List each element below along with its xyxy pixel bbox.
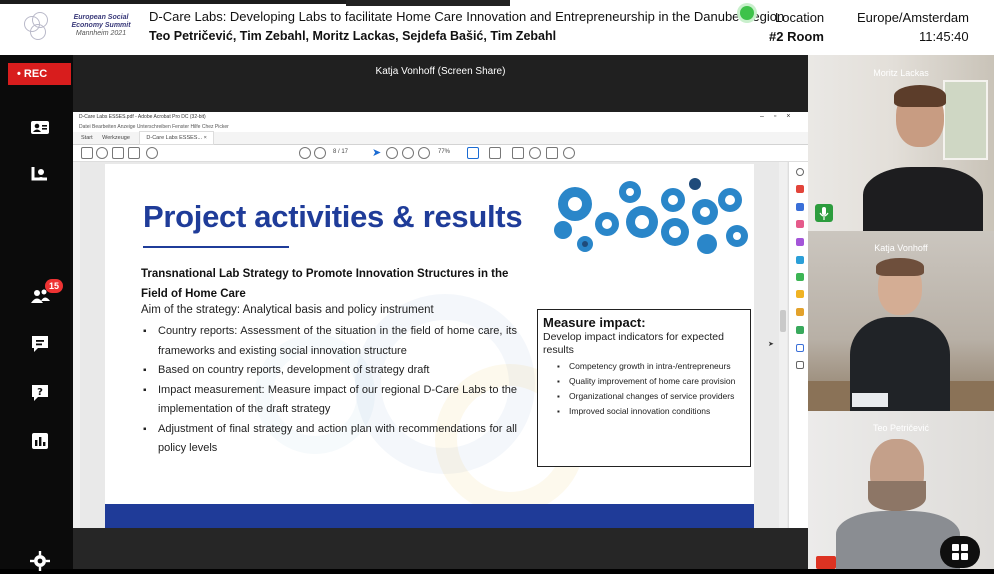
acrobat-title-bar: D-Care Labs ESSES.pdf - Adobe Acrobat Pr… <box>73 112 808 123</box>
stage-bottom-bar <box>73 528 808 569</box>
tab-tools[interactable]: Werkzeuge <box>102 135 130 141</box>
settings-icon[interactable] <box>27 548 53 574</box>
export-pdf-icon[interactable] <box>796 220 804 228</box>
bookmark-icon[interactable] <box>96 147 108 159</box>
measure-description: Develop impact indicators for expected r… <box>543 331 724 356</box>
session-speakers: Teo Petričević, Tim Zebahl, Moritz Lacka… <box>149 29 557 43</box>
combine-files-icon[interactable] <box>796 273 804 281</box>
protect-icon[interactable] <box>796 326 804 334</box>
list-item: Country reports: Assessment of the situa… <box>141 322 517 361</box>
measure-impact-box: Measure impact: Develop impact indicator… <box>537 309 751 467</box>
live-status-indicator <box>740 6 754 20</box>
measure-list: Competency growth in intra-/entrepreneur… <box>543 361 745 417</box>
stamp-icon[interactable] <box>796 308 804 316</box>
recording-indicator: • REC <box>8 63 71 85</box>
fit-page-icon[interactable] <box>467 147 479 159</box>
question-icon[interactable]: ? <box>27 380 53 406</box>
hand-tool-icon[interactable] <box>386 147 398 159</box>
zoom-in-icon[interactable] <box>418 147 430 159</box>
logo-line-1: European Social <box>73 14 129 21</box>
speaker-icon[interactable] <box>27 162 53 188</box>
list-item: Adjustment of final strategy and action … <box>141 420 517 459</box>
list-item: Improved social innovation conditions <box>543 406 745 417</box>
highlight-icon[interactable] <box>529 147 541 159</box>
save-icon[interactable] <box>81 147 93 159</box>
edit-pdf-icon[interactable] <box>796 203 804 211</box>
tab-document[interactable]: D-Care Labs ESSES... × <box>139 131 214 145</box>
list-item: Competency growth in intra-/entrepreneur… <box>543 361 745 372</box>
select-cursor-icon[interactable]: ➤ <box>372 147 384 159</box>
list-item: Quality improvement of home care provisi… <box>543 376 745 387</box>
people-screen-icon[interactable] <box>27 115 53 141</box>
list-item: Based on country reports, development of… <box>141 361 517 381</box>
tab-start[interactable]: Start <box>81 135 93 141</box>
mouse-cursor: ➤ <box>768 341 774 348</box>
slide-bullet-list: Country reports: Assessment of the situa… <box>141 322 517 459</box>
video-tile-katja[interactable] <box>808 231 994 411</box>
acrobat-tabs: Start Werkzeuge D-Care Labs ESSES... × <box>73 131 808 145</box>
location-label: Location <box>775 10 825 25</box>
comment-tool-icon[interactable] <box>796 290 804 298</box>
timezone-label: Europe/Amsterdam <box>857 10 969 25</box>
slide-subheading: Transnational Lab Strategy to Promote In… <box>141 268 509 300</box>
email-icon[interactable] <box>128 147 140 159</box>
slide-footer-bar <box>105 504 754 528</box>
layout-grid-button[interactable] <box>940 536 980 568</box>
search-tool-icon[interactable] <box>796 168 804 176</box>
scroll-mode-icon[interactable] <box>489 147 501 159</box>
event-logo: European Social Economy Summit Mannheim … <box>22 10 140 44</box>
search-icon[interactable] <box>146 147 158 159</box>
location-value: #2 Room <box>769 29 824 44</box>
poll-icon[interactable] <box>27 428 53 454</box>
next-page-icon[interactable] <box>314 147 326 159</box>
title-underline <box>143 246 289 248</box>
top-strip-image <box>346 0 510 6</box>
measure-title: Measure impact: <box>543 315 646 330</box>
prev-page-icon[interactable] <box>299 147 311 159</box>
more-tools-icon[interactable] <box>796 361 804 369</box>
chat-icon[interactable] <box>27 331 53 357</box>
list-item: Impact measurement: Measure impact of ou… <box>141 381 517 420</box>
page-indicator[interactable]: 8 / 17 <box>333 149 348 155</box>
zoom-level[interactable]: 77% <box>438 149 450 155</box>
fill-sign-icon[interactable] <box>796 238 804 246</box>
zoom-out-icon[interactable] <box>402 147 414 159</box>
microphone-icon[interactable] <box>815 204 833 222</box>
presenter-label: Katja Vonhoff (Screen Share) <box>375 66 506 77</box>
print-icon[interactable] <box>112 147 124 159</box>
video-name-moritz: Moritz Lackas <box>873 68 929 78</box>
scrollbar-thumb[interactable] <box>780 310 786 332</box>
video-tile-moritz[interactable] <box>808 55 994 231</box>
acrobat-left-panel[interactable] <box>73 162 80 528</box>
sign-icon[interactable] <box>546 147 558 159</box>
share-icon[interactable] <box>563 147 575 159</box>
session-title: D-Care Labs: Developing Labs to facilita… <box>149 9 785 24</box>
vertical-scrollbar[interactable] <box>779 162 787 528</box>
gears-illustration <box>554 178 748 254</box>
redact-icon[interactable] <box>796 344 804 352</box>
camera-off-icon[interactable] <box>816 556 836 569</box>
list-item: Organizational changes of service provid… <box>543 391 745 402</box>
comment-icon[interactable] <box>512 147 524 159</box>
strategy-aim: Aim of the strategy: Analytical basis an… <box>141 304 434 316</box>
clock-time: 11:45:40 <box>919 29 969 44</box>
logo-line-2: Economy Summit <box>71 22 131 29</box>
participants-count-badge: 15 <box>45 279 63 293</box>
video-name-katja: Katja Vonhoff <box>874 243 928 253</box>
slide-title: Project activities & results <box>143 199 523 234</box>
video-name-teo: Teo Petričević <box>872 423 930 433</box>
logo-line-3: Mannheim 2021 <box>75 30 127 37</box>
organize-pages-icon[interactable] <box>796 256 804 264</box>
window-controls[interactable]: –▫× <box>760 113 800 120</box>
create-pdf-icon[interactable] <box>796 185 804 193</box>
svg-text:?: ? <box>37 387 43 398</box>
